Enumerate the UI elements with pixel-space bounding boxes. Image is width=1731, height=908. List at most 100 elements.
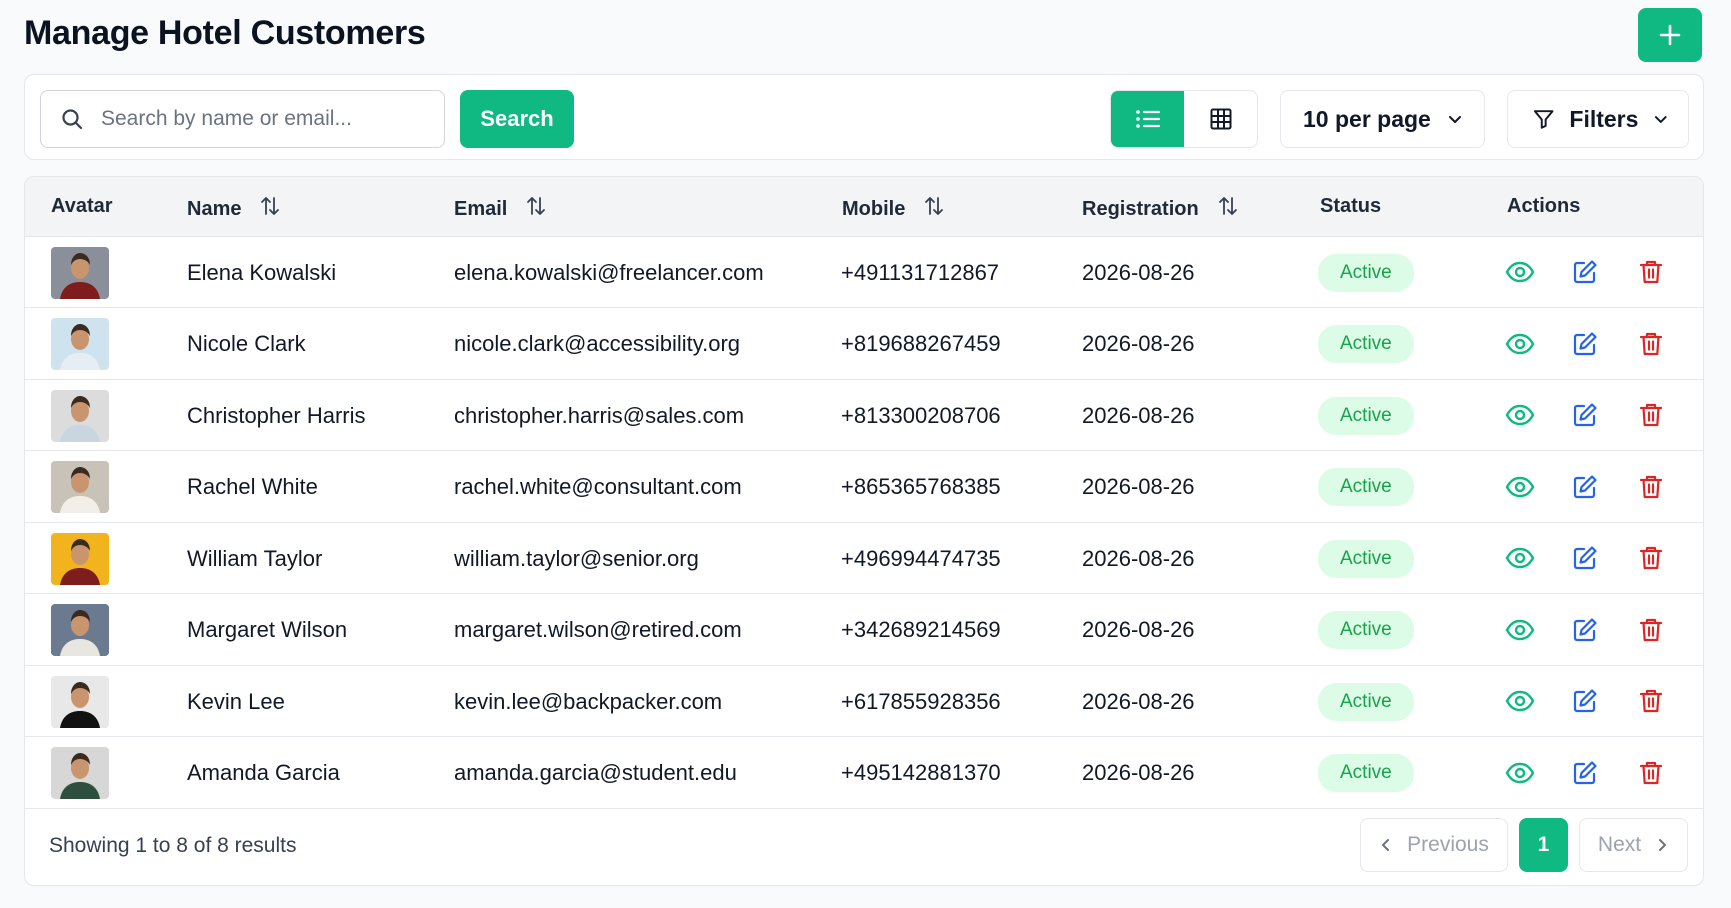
avatar-cell: [51, 738, 109, 809]
edit-button[interactable]: [1568, 684, 1602, 718]
next-page-button[interactable]: Next: [1579, 818, 1688, 872]
trash-icon: [1639, 260, 1663, 284]
delete-button[interactable]: [1634, 470, 1668, 504]
per-page-select[interactable]: 10 per page: [1280, 90, 1485, 148]
status-cell: Active: [1318, 309, 1414, 380]
edit-icon: [1573, 546, 1597, 570]
edit-button[interactable]: [1568, 327, 1602, 361]
table-row: Kevin Lee kevin.lee@backpacker.com +6178…: [25, 666, 1703, 737]
delete-button[interactable]: [1634, 684, 1668, 718]
column-header-registration[interactable]: Registration: [1082, 195, 1239, 223]
customers-table: Avatar Name Email Mobile Registration St…: [24, 176, 1704, 886]
customer-mobile: +495142881370: [841, 760, 1001, 785]
status-badge: Active: [1318, 396, 1414, 435]
edit-button[interactable]: [1568, 470, 1602, 504]
avatar-cell: [51, 595, 109, 666]
registration-date: 2026-08-26: [1082, 331, 1195, 356]
page-title: Manage Hotel Customers: [24, 14, 426, 52]
customer-email: margaret.wilson@retired.com: [454, 617, 742, 642]
toolbar: Search 10 per page Filters: [24, 74, 1704, 160]
eye-icon: [1505, 619, 1535, 640]
add-customer-button[interactable]: [1638, 8, 1702, 62]
per-page-value: 10 per page: [1303, 105, 1431, 132]
list-view-button[interactable]: [1111, 91, 1184, 147]
customer-mobile: +342689214569: [841, 617, 1001, 642]
trash-icon: [1639, 761, 1663, 784]
view-button[interactable]: [1503, 613, 1537, 647]
status-cell: Active: [1318, 595, 1414, 666]
edit-icon: [1573, 689, 1597, 713]
next-label: Next: [1597, 833, 1642, 856]
search-input[interactable]: [101, 107, 421, 131]
status-badge: Active: [1318, 539, 1414, 578]
view-button[interactable]: [1503, 541, 1537, 575]
view-button[interactable]: [1503, 398, 1537, 432]
avatar: [51, 604, 109, 656]
avatar: [51, 747, 109, 799]
search-box: [40, 90, 445, 148]
edit-icon: [1573, 403, 1597, 427]
customer-email: elena.kowalski@freelancer.com: [454, 259, 764, 285]
registration-date: 2026-08-26: [1082, 760, 1195, 785]
customer-email: amanda.garcia@student.edu: [454, 760, 737, 785]
edit-icon: [1573, 760, 1597, 784]
trash-icon: [1639, 546, 1663, 570]
view-button[interactable]: [1503, 756, 1537, 790]
status-cell: Active: [1318, 380, 1414, 451]
edit-button[interactable]: [1568, 398, 1602, 432]
eye-icon: [1505, 404, 1535, 426]
customer-name: Margaret Wilson: [187, 617, 348, 642]
edit-button[interactable]: [1568, 255, 1602, 289]
page-1-button[interactable]: 1: [1519, 818, 1568, 872]
delete-button[interactable]: [1634, 398, 1668, 432]
column-header-mobile[interactable]: Mobile: [842, 195, 945, 223]
delete-button[interactable]: [1634, 541, 1668, 575]
table-row: Rachel White rachel.white@consultant.com…: [25, 452, 1703, 523]
eye-icon: [1505, 547, 1535, 569]
status-badge: Active: [1318, 325, 1414, 363]
column-header-email[interactable]: Email: [454, 195, 547, 223]
registration-date: 2026-08-26: [1082, 259, 1195, 285]
edit-button[interactable]: [1568, 756, 1602, 790]
table-row: William Taylor william.taylor@senior.org…: [25, 523, 1703, 594]
avatar: [51, 246, 109, 299]
avatar: [51, 675, 109, 728]
filters-dropdown[interactable]: Filters: [1507, 90, 1689, 148]
delete-button[interactable]: [1634, 613, 1668, 647]
view-button[interactable]: [1503, 327, 1537, 361]
edit-button[interactable]: [1568, 613, 1602, 647]
delete-button[interactable]: [1634, 327, 1668, 361]
view-button[interactable]: [1503, 684, 1537, 718]
delete-button[interactable]: [1634, 756, 1668, 790]
column-header-name[interactable]: Name: [187, 195, 281, 223]
status-badge: Active: [1318, 682, 1414, 721]
avatar-cell: [51, 666, 109, 737]
edit-button[interactable]: [1568, 541, 1602, 575]
eye-icon: [1505, 762, 1535, 783]
view-button[interactable]: [1503, 470, 1537, 504]
filters-label: Filters: [1569, 105, 1639, 132]
customer-mobile: +819688267459: [841, 331, 1001, 356]
list-icon: [1135, 110, 1160, 128]
avatar-cell: [51, 237, 109, 308]
customer-mobile: +813300208706: [841, 402, 1001, 428]
view-toggle: [1110, 90, 1258, 148]
sort-icon: [1217, 195, 1239, 223]
status-cell: Active: [1318, 738, 1414, 809]
registration-date: 2026-08-26: [1082, 545, 1195, 571]
status-cell: Active: [1318, 237, 1414, 308]
customer-mobile: +865365768385: [841, 474, 1001, 499]
view-button[interactable]: [1503, 255, 1537, 289]
grid-view-button[interactable]: [1184, 91, 1257, 147]
chevron-right-icon: [1659, 839, 1667, 851]
trash-icon: [1639, 332, 1663, 355]
customer-email: nicole.clark@accessibility.org: [454, 331, 741, 356]
delete-button[interactable]: [1634, 255, 1668, 289]
previous-label: Previous: [1407, 833, 1489, 856]
edit-icon: [1573, 617, 1597, 641]
previous-page-button[interactable]: Previous: [1360, 818, 1508, 872]
avatar-cell: [51, 309, 109, 380]
search-button[interactable]: Search: [460, 90, 574, 148]
customer-name: Kevin Lee: [187, 688, 285, 714]
eye-icon: [1505, 690, 1535, 712]
